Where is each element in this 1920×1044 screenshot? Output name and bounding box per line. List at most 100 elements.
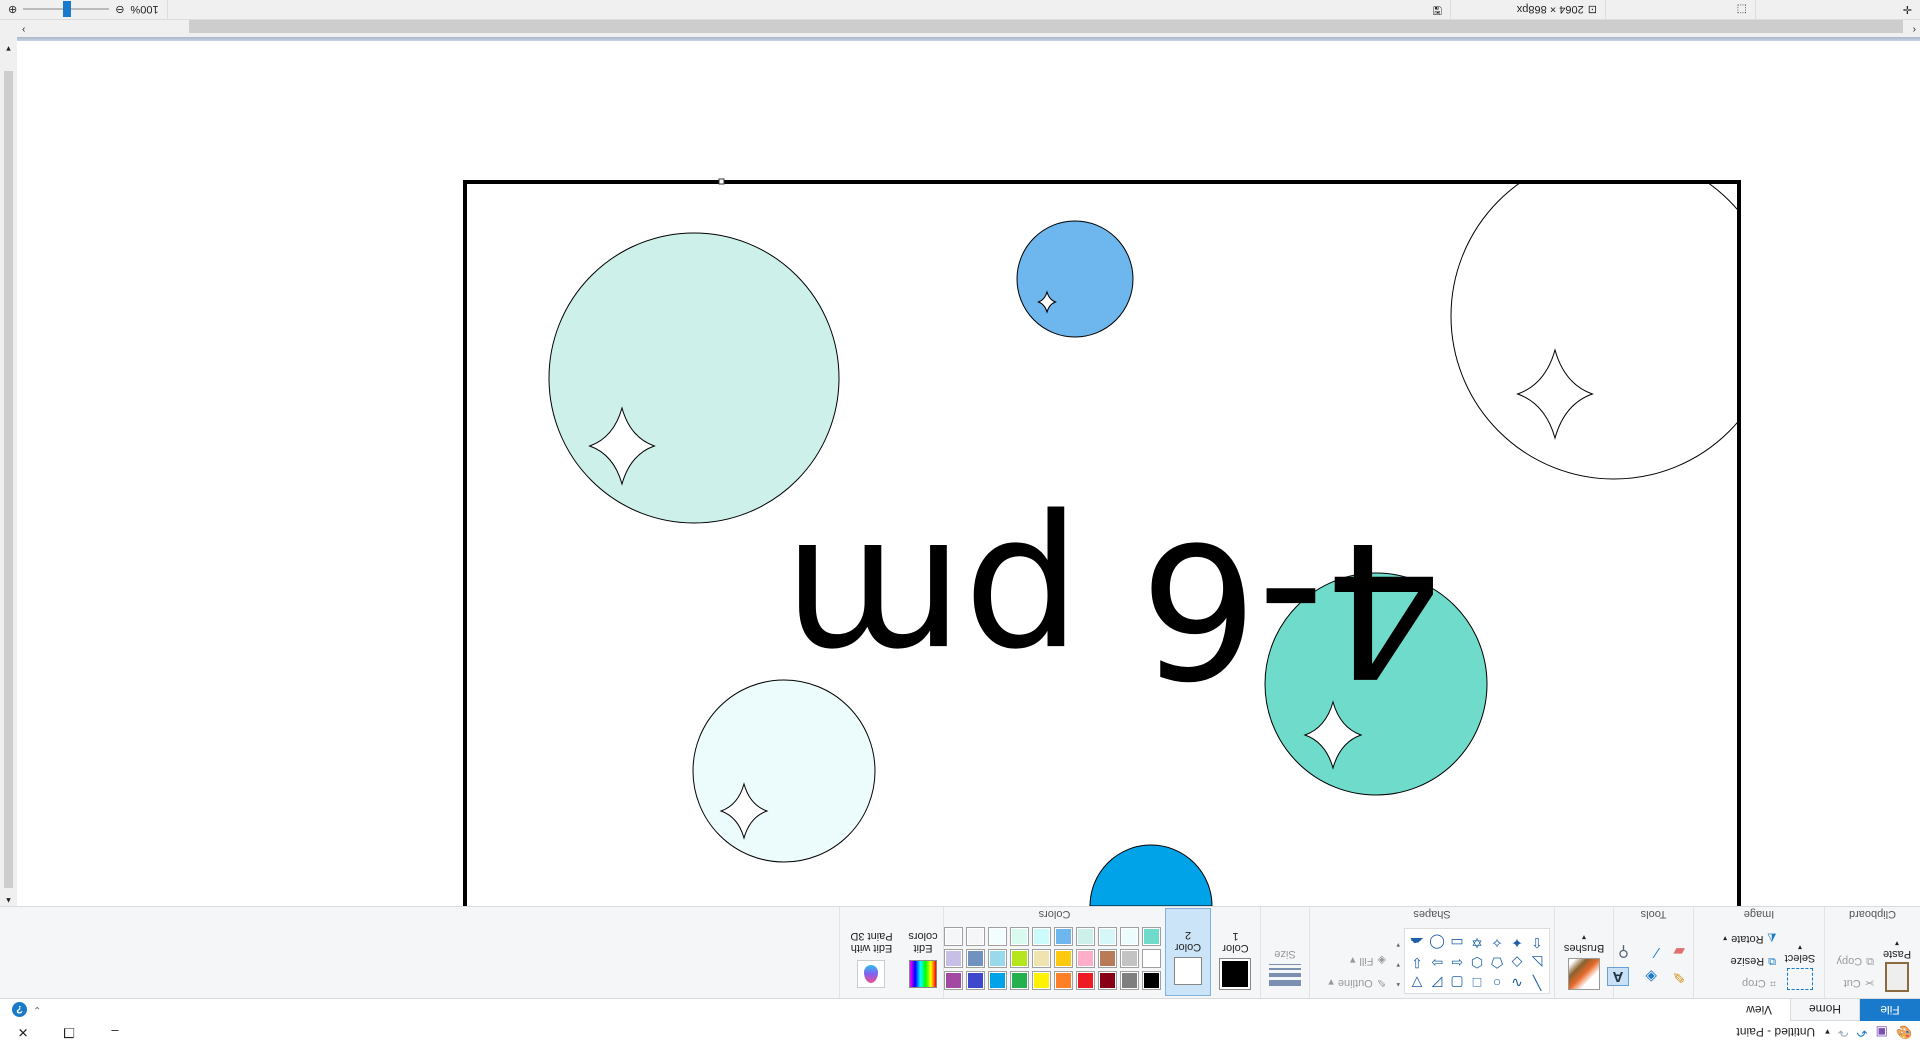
- palette-swatch[interactable]: [1076, 949, 1095, 968]
- shape-option[interactable]: ⬠: [1487, 951, 1507, 971]
- tab-view[interactable]: View: [1728, 999, 1790, 1021]
- shape-option[interactable]: ▢: [1447, 971, 1467, 991]
- help-icon[interactable]: ?: [12, 1002, 27, 1017]
- redo-icon[interactable]: ↷: [1838, 1024, 1849, 1040]
- save-icon[interactable]: ▣: [1876, 1024, 1888, 1040]
- shape-option[interactable]: ◯: [1427, 931, 1447, 951]
- color2-button[interactable]: Color 2: [1165, 908, 1211, 996]
- palette-swatch[interactable]: [1010, 949, 1029, 968]
- palette-swatch[interactable]: [988, 949, 1007, 968]
- tab-file[interactable]: File: [1860, 999, 1920, 1021]
- palette-swatch[interactable]: [944, 927, 963, 946]
- restore-button[interactable]: ❐: [46, 1020, 92, 1044]
- paint3d-icon: [857, 960, 886, 988]
- palette-swatch[interactable]: [1032, 971, 1051, 990]
- vertical-scrollbar[interactable]: ▴ ▾: [0, 41, 17, 906]
- palette-swatch[interactable]: [966, 949, 985, 968]
- outline-button[interactable]: ✎ Outline ▾: [1328, 972, 1386, 994]
- shape-option[interactable]: ▽: [1407, 971, 1427, 991]
- palette-swatch[interactable]: [1142, 927, 1161, 946]
- palette-swatch[interactable]: [966, 927, 985, 946]
- edit-with-paint3d-button[interactable]: Edit with Paint 3D: [839, 906, 903, 998]
- paste-button[interactable]: Paste ▾: [1878, 939, 1916, 994]
- disk-icon: 🖫: [1432, 4, 1442, 16]
- palette-swatch[interactable]: [1076, 971, 1095, 990]
- close-button[interactable]: ✕: [0, 1020, 46, 1044]
- color-picker-icon[interactable]: ⁄: [1635, 943, 1657, 961]
- select-button[interactable]: Select ▾: [1780, 922, 1820, 994]
- zoom-slider[interactable]: [23, 1, 110, 18]
- colors-label: Colors: [1038, 908, 1071, 920]
- palette-swatch[interactable]: [1098, 971, 1117, 990]
- resize-icon: ⧉: [1768, 955, 1776, 968]
- edit-colors-button[interactable]: Edit colors: [903, 906, 943, 998]
- shape-option[interactable]: ∿: [1507, 971, 1527, 991]
- shape-option[interactable]: □: [1467, 971, 1487, 991]
- color-palette: [944, 924, 1161, 990]
- palette-swatch[interactable]: [988, 927, 1007, 946]
- resize-handle[interactable]: [718, 178, 725, 185]
- rotate-button[interactable]: ◭ Rotate ▾: [1723, 928, 1776, 950]
- brushes-group[interactable]: Brushes ▾: [1554, 906, 1613, 998]
- tools-label: Tools: [1640, 908, 1667, 920]
- fill-bucket-icon[interactable]: ◈: [1635, 967, 1657, 986]
- copy-button[interactable]: ⧉ Copy: [1836, 950, 1874, 972]
- palette-swatch[interactable]: [1054, 949, 1073, 968]
- palette-swatch[interactable]: [944, 949, 963, 968]
- shape-option[interactable]: ⇩: [1407, 951, 1427, 971]
- minimize-button[interactable]: –: [92, 1020, 138, 1044]
- shape-option[interactable]: ⬡: [1467, 951, 1487, 971]
- clipboard-group: Paste ▾ ✂ Cut ⧉ Copy Clipboard: [1824, 906, 1920, 998]
- tab-home[interactable]: Home: [1789, 999, 1860, 1021]
- shape-option[interactable]: ◇: [1507, 951, 1527, 971]
- move-cursor-icon: ✛: [1902, 3, 1912, 15]
- palette-swatch[interactable]: [1032, 927, 1051, 946]
- palette-swatch[interactable]: [1054, 927, 1073, 946]
- palette-swatch[interactable]: [944, 971, 963, 990]
- zoom-out-icon[interactable]: ⊖: [115, 3, 124, 16]
- palette-swatch[interactable]: [1098, 949, 1117, 968]
- palette-swatch[interactable]: [966, 971, 985, 990]
- palette-swatch[interactable]: [1142, 971, 1161, 990]
- shape-option[interactable]: ☁: [1407, 931, 1427, 951]
- palette-swatch[interactable]: [1010, 927, 1029, 946]
- palette-swatch[interactable]: [1054, 971, 1073, 990]
- color1-button[interactable]: Color 1: [1211, 906, 1260, 998]
- palette-swatch[interactable]: [1142, 949, 1161, 968]
- resize-button[interactable]: ⧉ Resize: [1723, 950, 1776, 972]
- shape-option[interactable]: ⇧: [1527, 931, 1547, 951]
- paint-window: 🎨 ▣ ↶ ↷ ▾ Untitled - Paint – ❐ ✕ File Ho…: [0, 0, 1920, 1044]
- customize-chevron-icon[interactable]: ▾: [1825, 1027, 1830, 1038]
- palette-swatch[interactable]: [1120, 949, 1139, 968]
- zoom-in-icon[interactable]: ⊕: [8, 3, 17, 16]
- palette-swatch[interactable]: [1098, 927, 1117, 946]
- cut-button[interactable]: ✂ Cut: [1836, 972, 1874, 994]
- drawing-canvas[interactable]: 4-6 pm: [17, 41, 1920, 906]
- palette-swatch[interactable]: [1076, 927, 1095, 946]
- ribbon-collapse-chevron-icon[interactable]: ⌄: [33, 1004, 41, 1015]
- shape-option[interactable]: ✧: [1487, 931, 1507, 951]
- shape-option[interactable]: ◸: [1427, 971, 1447, 991]
- crop-button[interactable]: ⌗ Crop: [1723, 972, 1776, 994]
- palette-swatch[interactable]: [1120, 971, 1139, 990]
- shape-option[interactable]: ╲: [1527, 971, 1547, 991]
- size-button[interactable]: Size: [1260, 906, 1309, 998]
- shape-option[interactable]: ▭: [1447, 931, 1467, 951]
- shapes-scroll[interactable]: ▴ ▾ ▾: [1390, 922, 1400, 994]
- shape-option[interactable]: ◺: [1527, 951, 1547, 971]
- fill-button[interactable]: ◈ Fill ▾: [1328, 950, 1386, 972]
- quick-access-toolbar: 🎨 ▣ ↶ ↷ ▾: [1825, 1020, 1920, 1044]
- shape-option[interactable]: ⇨: [1427, 951, 1447, 971]
- shape-option[interactable]: ○: [1487, 971, 1507, 991]
- eraser-icon[interactable]: ▰: [1663, 943, 1685, 961]
- shape-option[interactable]: ✦: [1507, 931, 1527, 951]
- palette-swatch[interactable]: [988, 971, 1007, 990]
- pencil-icon[interactable]: ✎: [1663, 967, 1685, 986]
- palette-swatch[interactable]: [1010, 971, 1029, 990]
- palette-swatch[interactable]: [1120, 927, 1139, 946]
- horizontal-scrollbar[interactable]: ‹ ›: [0, 20, 1920, 41]
- palette-swatch[interactable]: [1032, 949, 1051, 968]
- undo-icon[interactable]: ↶: [1857, 1024, 1868, 1040]
- shape-option[interactable]: ✡: [1467, 931, 1487, 951]
- shape-option[interactable]: ⇦: [1447, 951, 1467, 971]
